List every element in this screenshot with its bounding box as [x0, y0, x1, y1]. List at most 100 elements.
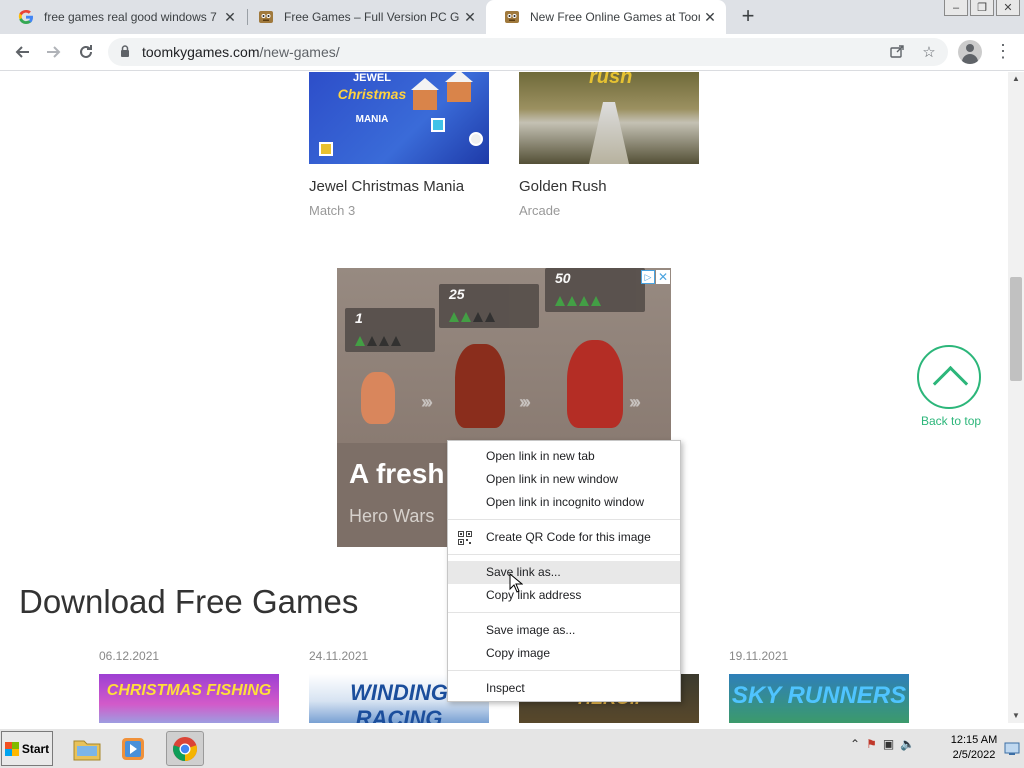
scrollbar-thumb[interactable] — [1010, 277, 1022, 381]
chevron-right-icon: ››› — [629, 392, 641, 412]
share-icon[interactable] — [888, 43, 906, 61]
thumb-text: CHRISTMAS FISHING — [106, 682, 272, 699]
google-icon — [18, 9, 33, 24]
window-controls: – ❐ ✕ — [942, 0, 1020, 16]
new-tab-button[interactable]: + — [736, 5, 760, 29]
game-thumbnail[interactable]: rush — [519, 72, 699, 164]
menu-item-open-new-tab[interactable]: Open link in new tab — [448, 445, 680, 468]
tab-title: New Free Online Games at Toom — [530, 10, 700, 24]
menu-item-open-incognito[interactable]: Open link in incognito window — [448, 491, 680, 514]
ad-stage-number: 50 — [555, 270, 571, 286]
menu-item-save-image-as[interactable]: Save image as... — [448, 619, 680, 642]
menu-item-copy-link-address[interactable]: Copy link address — [448, 584, 680, 607]
clock-time: 12:15 AM — [950, 734, 998, 746]
address-bar[interactable]: toomkygames.com/new-games/ ☆ — [108, 38, 948, 66]
game-category[interactable]: Match 3 — [309, 203, 489, 218]
menu-item-save-link-as[interactable]: Save link as... — [448, 561, 680, 584]
adchoices-icon[interactable]: ▷ — [641, 270, 655, 284]
start-button[interactable]: Start — [1, 731, 53, 766]
gingerbread-house-icon — [411, 78, 439, 110]
vertical-scrollbar[interactable]: ▲ ▼ — [1008, 72, 1024, 723]
browser-toolbar: toomkygames.com/new-games/ ☆ ⋮ — [0, 34, 1024, 71]
thumb-text: JEWEL — [353, 72, 391, 84]
tab-title: Free Games – Full Version PC Ga — [284, 10, 460, 24]
scroll-up-arrow-icon[interactable]: ▲ — [1008, 72, 1024, 86]
close-tab-icon[interactable]: ✕ — [700, 9, 720, 26]
tab-google-search[interactable]: free games real good windows 7 ✕ — [0, 0, 246, 34]
chevron-right-icon: ››› — [421, 392, 433, 412]
ad-stage-number: 1 — [355, 310, 363, 326]
close-window-button[interactable]: ✕ — [996, 0, 1020, 16]
menu-item-open-new-window[interactable]: Open link in new window — [448, 468, 680, 491]
tab-full-version-games[interactable]: Free Games – Full Version PC Ga ✕ — [240, 0, 486, 34]
game-title[interactable]: Golden Rush — [519, 178, 699, 195]
back-to-top-button[interactable] — [917, 345, 981, 409]
action-center-icon[interactable]: ⚑ — [866, 737, 877, 751]
qr-code-icon — [458, 531, 472, 545]
game-category[interactable]: Arcade — [519, 203, 699, 218]
chrome-icon — [173, 736, 197, 761]
ad-stage-panel: 25 — [439, 284, 539, 328]
scroll-down-arrow-icon[interactable]: ▼ — [1008, 709, 1024, 723]
reload-button[interactable] — [74, 40, 98, 64]
clock-date: 2/5/2022 — [952, 749, 996, 761]
menu-item-create-qr[interactable]: Create QR Code for this image — [448, 526, 680, 549]
toomky-icon — [259, 11, 273, 23]
menu-separator — [448, 612, 680, 613]
back-to-top-label[interactable]: Back to top — [921, 414, 981, 428]
url-text: toomkygames.com/new-games/ — [142, 44, 340, 60]
ad-character-warrior — [455, 344, 505, 428]
tab-title: free games real good windows 7 — [44, 10, 217, 24]
tab-strip: free games real good windows 7 ✕ Free Ga… — [0, 0, 1024, 34]
url-domain: toomkygames.com — [142, 44, 260, 60]
ad-artwork: 1 25 50 ››› ››› ››› — [337, 268, 671, 443]
start-label: Start — [21, 741, 50, 756]
menu-item-inspect[interactable]: Inspect — [448, 677, 680, 700]
taskbar-explorer[interactable] — [68, 731, 106, 766]
context-menu: Open link in new tab Open link in new wi… — [447, 440, 681, 702]
close-tab-icon[interactable]: ✕ — [460, 9, 480, 26]
back-button[interactable] — [10, 40, 34, 64]
folder-icon — [73, 740, 101, 760]
url-path: /new-games/ — [259, 44, 340, 60]
thumb-text: MANIA — [355, 114, 389, 125]
volume-icon[interactable]: 🔈 — [900, 737, 915, 751]
thumb-text: Christmas — [337, 86, 407, 102]
thumb-text: rush — [589, 72, 633, 88]
restore-button[interactable]: ❐ — [970, 0, 994, 16]
forward-button[interactable] — [42, 40, 66, 64]
show-desktop-icon[interactable] — [1004, 737, 1020, 759]
taskbar-media-player[interactable] — [114, 731, 152, 766]
bell-icon — [319, 142, 333, 156]
arrow-right-icon — [47, 46, 61, 58]
mouse-cursor-icon — [509, 573, 523, 593]
taskbar-chrome[interactable] — [166, 731, 204, 766]
minimize-button[interactable]: – — [944, 0, 968, 16]
bookmark-star-icon[interactable]: ☆ — [920, 43, 938, 61]
taskbar: Start ⌃ ⚑ ▣ 🔈 12:15 AM 2/5/2022 — [0, 728, 1024, 768]
download-thumbnail-sky-runners[interactable]: SKY RUNNERS — [729, 674, 909, 723]
game-card-golden-rush[interactable]: rush Golden Rush Arcade — [519, 72, 699, 218]
windows-logo-icon — [4, 741, 19, 756]
section-title: Download Free Games — [19, 583, 359, 620]
network-icon[interactable]: ▣ — [883, 737, 894, 751]
profile-avatar-icon[interactable] — [958, 40, 982, 64]
game-thumbnail[interactable]: JEWEL Christmas MANIA — [309, 72, 489, 164]
chevron-right-icon: ››› — [519, 392, 531, 412]
game-title[interactable]: Jewel Christmas Mania — [309, 178, 489, 195]
tray-expand-icon[interactable]: ⌃ — [850, 737, 860, 751]
ad-character-santa — [567, 340, 623, 428]
browser-menu-icon[interactable]: ⋮ — [994, 40, 1012, 64]
download-thumbnail-christmas-fishing[interactable]: CHRISTMAS FISHING — [99, 674, 279, 723]
system-clock[interactable]: 12:15 AM 2/5/2022 — [948, 733, 1000, 763]
menu-item-copy-image[interactable]: Copy image — [448, 642, 680, 665]
close-tab-icon[interactable]: ✕ — [220, 9, 240, 26]
media-player-icon — [122, 737, 144, 760]
game-card-jewel-christmas-mania[interactable]: JEWEL Christmas MANIA Jewel Christmas Ma… — [309, 72, 489, 218]
menu-item-label: Create QR Code for this image — [486, 530, 651, 544]
tab-new-free-online-games[interactable]: New Free Online Games at Toom ✕ — [486, 0, 726, 34]
menu-separator — [448, 554, 680, 555]
release-date: 24.11.2021 — [309, 649, 369, 663]
ad-stage-panel: 1 — [345, 308, 435, 352]
close-icon[interactable]: ✕ — [656, 270, 670, 284]
